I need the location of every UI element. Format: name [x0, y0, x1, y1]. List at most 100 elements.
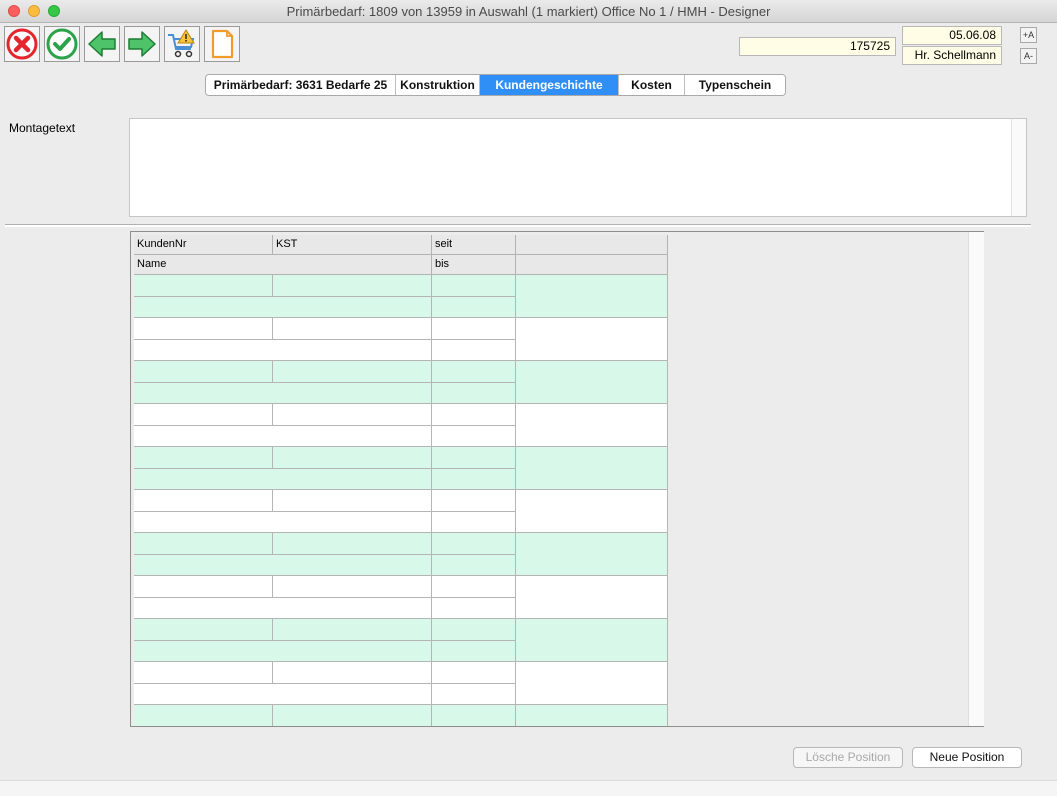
cell-seit[interactable] [432, 318, 516, 340]
cell-extra[interactable] [516, 705, 668, 726]
cell-seit[interactable] [432, 705, 516, 726]
cell-kundennr[interactable] [134, 705, 273, 726]
cell-kst[interactable] [273, 662, 432, 684]
cart-warning-icon [168, 29, 195, 58]
cell-extra[interactable] [516, 662, 668, 705]
font-increase-button[interactable]: +A [1020, 27, 1037, 43]
cell-seit[interactable] [432, 275, 516, 297]
table-row[interactable] [134, 275, 668, 318]
cell-extra[interactable] [516, 619, 668, 662]
table-row[interactable] [134, 705, 668, 726]
cell-extra[interactable] [516, 318, 668, 361]
cell-bis[interactable] [432, 598, 516, 619]
cell-kst[interactable] [273, 619, 432, 641]
tab-konstruktion[interactable]: Konstruktion [396, 75, 480, 95]
cell-bis[interactable] [432, 512, 516, 533]
cell-kst[interactable] [273, 404, 432, 426]
tab-kundengeschichte[interactable]: Kundengeschichte [480, 75, 619, 95]
table-row[interactable] [134, 619, 668, 662]
delete-position-button[interactable]: Lösche Position [793, 747, 903, 768]
cell-bis[interactable] [432, 555, 516, 576]
cell-bis[interactable] [432, 340, 516, 361]
cell-extra[interactable] [516, 533, 668, 576]
font-decrease-button[interactable]: A- [1020, 48, 1037, 64]
cell-seit[interactable] [432, 361, 516, 383]
cell-kst[interactable] [273, 318, 432, 340]
cell-extra[interactable] [516, 275, 668, 318]
table-row[interactable] [134, 447, 668, 490]
cell-seit[interactable] [432, 404, 516, 426]
cell-seit[interactable] [432, 576, 516, 598]
cell-kst[interactable] [273, 533, 432, 555]
table-row[interactable] [134, 576, 668, 619]
forward-button[interactable] [124, 26, 160, 62]
user-field[interactable]: Hr. Schellmann [902, 46, 1002, 65]
date-field[interactable]: 05.06.08 [902, 26, 1002, 45]
table-row[interactable] [134, 404, 668, 447]
cell-kst[interactable] [273, 361, 432, 383]
table-row[interactable] [134, 318, 668, 361]
cell-kst[interactable] [273, 447, 432, 469]
cell-kundennr[interactable] [134, 662, 273, 684]
cell-kundennr[interactable] [134, 576, 273, 598]
cancel-button[interactable] [4, 26, 40, 62]
section-divider [5, 224, 1031, 227]
cell-name[interactable] [134, 297, 432, 318]
montagetext-area[interactable] [129, 118, 1027, 217]
cell-kundennr[interactable] [134, 404, 273, 426]
cell-bis[interactable] [432, 297, 516, 318]
cell-kst[interactable] [273, 275, 432, 297]
cell-bis[interactable] [432, 383, 516, 404]
cell-name[interactable] [134, 598, 432, 619]
title-bar[interactable]: Primärbedarf: 1809 von 13959 in Auswahl … [0, 0, 1057, 23]
cell-extra[interactable] [516, 576, 668, 619]
ok-button[interactable] [44, 26, 80, 62]
cell-name[interactable] [134, 512, 432, 533]
cell-bis[interactable] [432, 469, 516, 490]
table-row[interactable] [134, 361, 668, 404]
new-position-button[interactable]: Neue Position [912, 747, 1022, 768]
cell-name[interactable] [134, 469, 432, 490]
cell-name[interactable] [134, 383, 432, 404]
cell-seit[interactable] [432, 447, 516, 469]
cell-seit[interactable] [432, 490, 516, 512]
cell-name[interactable] [134, 340, 432, 361]
cell-kst[interactable] [273, 705, 432, 726]
grid-scrollbar[interactable] [968, 232, 984, 726]
cell-seit[interactable] [432, 533, 516, 555]
document-button[interactable] [204, 26, 240, 62]
tab-typenschein[interactable]: Typenschein [685, 75, 785, 95]
cell-seit[interactable] [432, 619, 516, 641]
cell-name[interactable] [134, 684, 432, 705]
cell-extra[interactable] [516, 447, 668, 490]
back-button[interactable] [84, 26, 120, 62]
cell-extra[interactable] [516, 361, 668, 404]
cell-kundennr[interactable] [134, 490, 273, 512]
cell-kundennr[interactable] [134, 533, 273, 555]
tab-primaerbedarf[interactable]: Primärbedarf: 3631 Bedarfe 25 [206, 75, 396, 95]
montagetext-scrollbar[interactable] [1011, 119, 1026, 216]
cart-warning-button[interactable] [164, 26, 200, 62]
cell-kundennr[interactable] [134, 619, 273, 641]
table-row[interactable] [134, 490, 668, 533]
cell-name[interactable] [134, 555, 432, 576]
cell-kundennr[interactable] [134, 275, 273, 297]
order-number-field[interactable]: 175725 [739, 37, 896, 56]
tab-kosten[interactable]: Kosten [619, 75, 685, 95]
cell-bis[interactable] [432, 641, 516, 662]
cell-kundennr[interactable] [134, 318, 273, 340]
cell-seit[interactable] [432, 662, 516, 684]
header-empty-2 [516, 255, 668, 275]
cell-kundennr[interactable] [134, 361, 273, 383]
cell-bis[interactable] [432, 426, 516, 447]
cell-extra[interactable] [516, 404, 668, 447]
table-row[interactable] [134, 662, 668, 705]
cell-name[interactable] [134, 641, 432, 662]
cell-kst[interactable] [273, 490, 432, 512]
cell-kundennr[interactable] [134, 447, 273, 469]
cell-kst[interactable] [273, 576, 432, 598]
table-row[interactable] [134, 533, 668, 576]
cell-name[interactable] [134, 426, 432, 447]
cell-bis[interactable] [432, 684, 516, 705]
cell-extra[interactable] [516, 490, 668, 533]
